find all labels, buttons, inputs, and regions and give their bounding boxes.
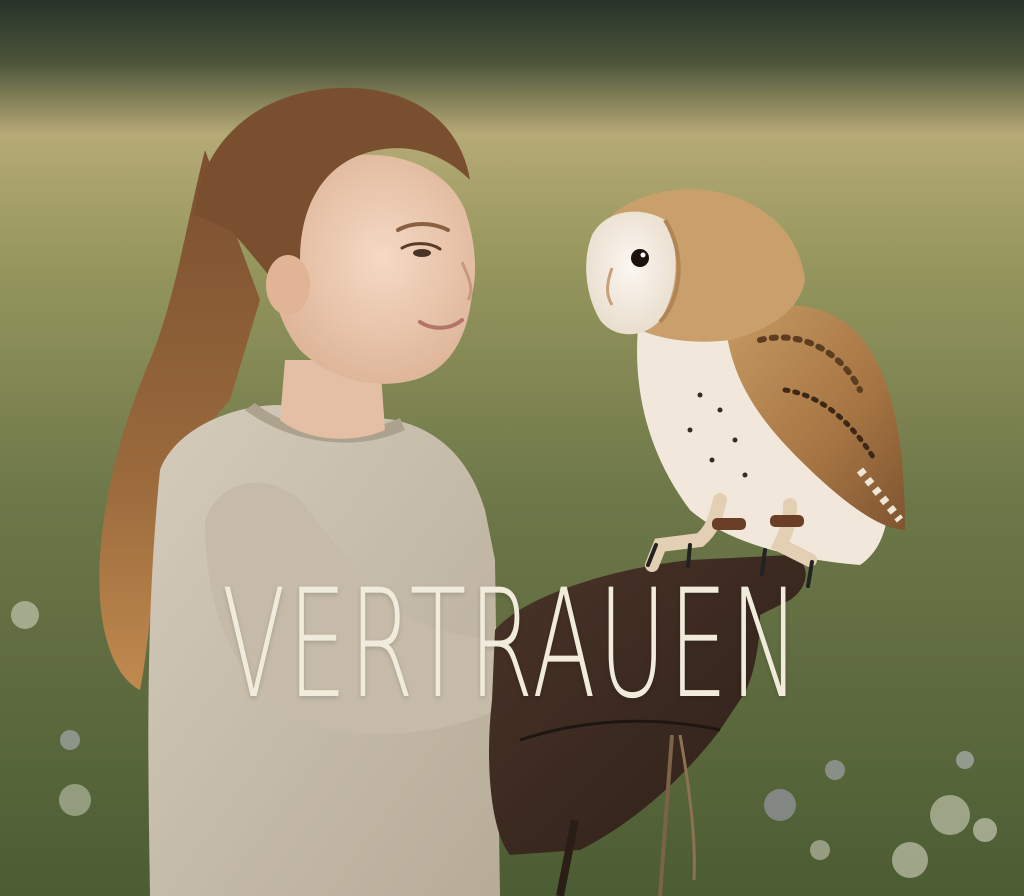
photo-illustration xyxy=(0,0,1024,896)
headline-overlay: VERTRAUEN xyxy=(221,558,803,732)
photo-scene: VERTRAUEN xyxy=(0,0,1024,896)
owl-facial-disc xyxy=(586,211,676,335)
